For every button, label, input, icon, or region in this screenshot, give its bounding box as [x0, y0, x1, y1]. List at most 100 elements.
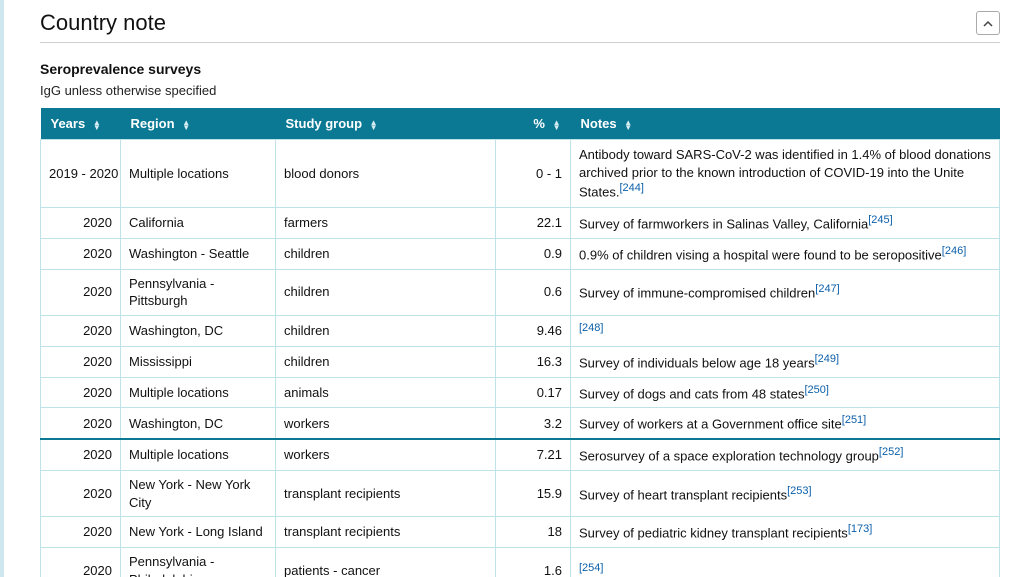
cell-region: Multiple locations — [121, 377, 276, 408]
table-row: 2020Washington - Seattlechildren0.9 0.9% … — [41, 238, 1000, 269]
note-text: Survey of pediatric kidney transplant re… — [579, 526, 848, 541]
reference-link[interactable]: [251] — [842, 414, 866, 426]
cell-notes: Serosurvey of a space exploration techno… — [571, 439, 1000, 470]
reference-link[interactable]: [248] — [579, 322, 603, 334]
reference-link[interactable]: [247] — [815, 283, 839, 295]
seroprevalence-table: Years ▲▼ Region ▲▼ Study group ▲▼ % ▲▼ N… — [40, 108, 1000, 577]
cell-notes: [248] — [571, 315, 1000, 346]
note-text: Survey of individuals below age 18 years — [579, 355, 815, 370]
cell-region: Pennsylvania - Pittsburgh — [121, 269, 276, 315]
collapse-button[interactable] — [976, 11, 1000, 35]
table-subnote: IgG unless otherwise specified — [40, 83, 1000, 98]
cell-notes: [254] — [571, 548, 1000, 577]
reference-link[interactable]: [245] — [868, 214, 892, 226]
reference-link[interactable]: [249] — [815, 353, 839, 365]
reference-link[interactable]: [244] — [619, 182, 643, 194]
table-row: 2020New York - New York Citytransplant r… — [41, 471, 1000, 517]
reference-link[interactable]: [253] — [787, 485, 811, 497]
table-row: 2020Multiple locationsworkers7.21Serosur… — [41, 439, 1000, 470]
cell-region: Multiple locations — [121, 439, 276, 470]
col-group-label: Study group — [286, 116, 363, 131]
cell-study-group: animals — [276, 377, 496, 408]
cell-percent: 15.9 — [496, 471, 571, 517]
table-row: 2020Mississippichildren16.3Survey of ind… — [41, 346, 1000, 377]
cell-notes: Survey of workers at a Government office… — [571, 408, 1000, 439]
cell-region: Washington - Seattle — [121, 238, 276, 269]
table-row: 2020Californiafarmers22.1Survey of farmw… — [41, 207, 1000, 238]
cell-notes: Survey of individuals below age 18 years… — [571, 346, 1000, 377]
cell-percent: 0.9 — [496, 238, 571, 269]
cell-notes: Survey of pediatric kidney transplant re… — [571, 517, 1000, 548]
cell-years: 2020 — [41, 315, 121, 346]
cell-notes: Survey of farmworkers in Salinas Valley,… — [571, 207, 1000, 238]
table-body: 2019 - 2020 Multiple locations blood donor… — [41, 140, 1000, 577]
cell-years: 2020 — [41, 377, 121, 408]
col-region[interactable]: Region ▲▼ — [121, 108, 276, 140]
col-pct-label: % — [533, 116, 545, 131]
cell-notes: Antibody toward SARS-CoV-2 was identifie… — [571, 140, 1000, 208]
reference-link[interactable]: [246] — [942, 245, 966, 257]
cell-years: 2020 — [41, 439, 121, 470]
reference-link[interactable]: [250] — [804, 384, 828, 396]
cell-percent: 0 - 1 — [496, 140, 571, 208]
cell-study-group: children — [276, 315, 496, 346]
cell-years: 2020 — [41, 471, 121, 517]
sort-icon: ▲▼ — [182, 120, 190, 130]
cell-study-group: children — [276, 269, 496, 315]
reference-link[interactable]: [254] — [579, 562, 603, 574]
cell-years: 2020 — [41, 207, 121, 238]
cell-years: 2019 - 2020 — [41, 140, 121, 208]
cell-study-group: transplant recipients — [276, 471, 496, 517]
cell-study-group: patients - cancer — [276, 548, 496, 577]
sort-icon: ▲▼ — [624, 120, 632, 130]
cell-region: Mississippi — [121, 346, 276, 377]
note-text: Survey of immune-compromised children — [579, 286, 815, 301]
cell-years: 2020 — [41, 408, 121, 439]
col-years[interactable]: Years ▲▼ — [41, 108, 121, 140]
col-study-group[interactable]: Study group ▲▼ — [276, 108, 496, 140]
table-row: 2019 - 2020Multiple locationsblood donor… — [41, 140, 1000, 208]
col-notes[interactable]: Notes ▲▼ — [571, 108, 1000, 140]
cell-study-group: farmers — [276, 207, 496, 238]
table-row: 2020Washington, DCchildren9.46[248] — [41, 315, 1000, 346]
section-header-row: Country note — [40, 10, 1000, 43]
cell-study-group: children — [276, 238, 496, 269]
cell-region: New York - Long Island — [121, 517, 276, 548]
cell-years: 2020 — [41, 548, 121, 577]
col-notes-label: Notes — [581, 116, 617, 131]
cell-study-group: blood donors — [276, 140, 496, 208]
table-row: 2020Multiple locationsanimals0.17Survey … — [41, 377, 1000, 408]
section-title: Country note — [40, 10, 166, 36]
cell-percent: 18 — [496, 517, 571, 548]
note-text: 0.9% of children vising a hospital were … — [579, 247, 942, 262]
reference-link[interactable]: [173] — [848, 523, 872, 535]
cell-percent: 9.46 — [496, 315, 571, 346]
reference-link[interactable]: [252] — [879, 446, 903, 458]
cell-notes: Survey of immune-compromised children[24… — [571, 269, 1000, 315]
col-percent[interactable]: % ▲▼ — [496, 108, 571, 140]
cell-region: New York - New York City — [121, 471, 276, 517]
page: Country note Seroprevalence surveys IgG … — [0, 0, 1024, 577]
cell-percent: 0.17 — [496, 377, 571, 408]
cell-percent: 3.2 — [496, 408, 571, 439]
col-years-label: Years — [51, 116, 86, 131]
table-row: 2020Pennsylvania - Philadelphiapatients … — [41, 548, 1000, 577]
note-text: Survey of farmworkers in Salinas Valley,… — [579, 216, 868, 231]
sort-icon: ▲▼ — [553, 120, 561, 130]
cell-study-group: workers — [276, 439, 496, 470]
sort-icon: ▲▼ — [93, 120, 101, 130]
cell-notes: Survey of dogs and cats from 48 states[2… — [571, 377, 1000, 408]
note-text: Survey of dogs and cats from 48 states — [579, 386, 804, 401]
table-row: 2020New York - Long Islandtransplant rec… — [41, 517, 1000, 548]
cell-percent: 1.6 — [496, 548, 571, 577]
cell-region: California — [121, 207, 276, 238]
cell-study-group: children — [276, 346, 496, 377]
cell-years: 2020 — [41, 269, 121, 315]
cell-region: Pennsylvania - Philadelphia — [121, 548, 276, 577]
cell-region: Washington, DC — [121, 408, 276, 439]
cell-years: 2020 — [41, 238, 121, 269]
table-header-row: Years ▲▼ Region ▲▼ Study group ▲▼ % ▲▼ N… — [41, 108, 1000, 140]
col-region-label: Region — [131, 116, 175, 131]
table-row: 2020Washington, DCworkers3.2Survey of wo… — [41, 408, 1000, 439]
note-text: Survey of workers at a Government office… — [579, 417, 842, 432]
